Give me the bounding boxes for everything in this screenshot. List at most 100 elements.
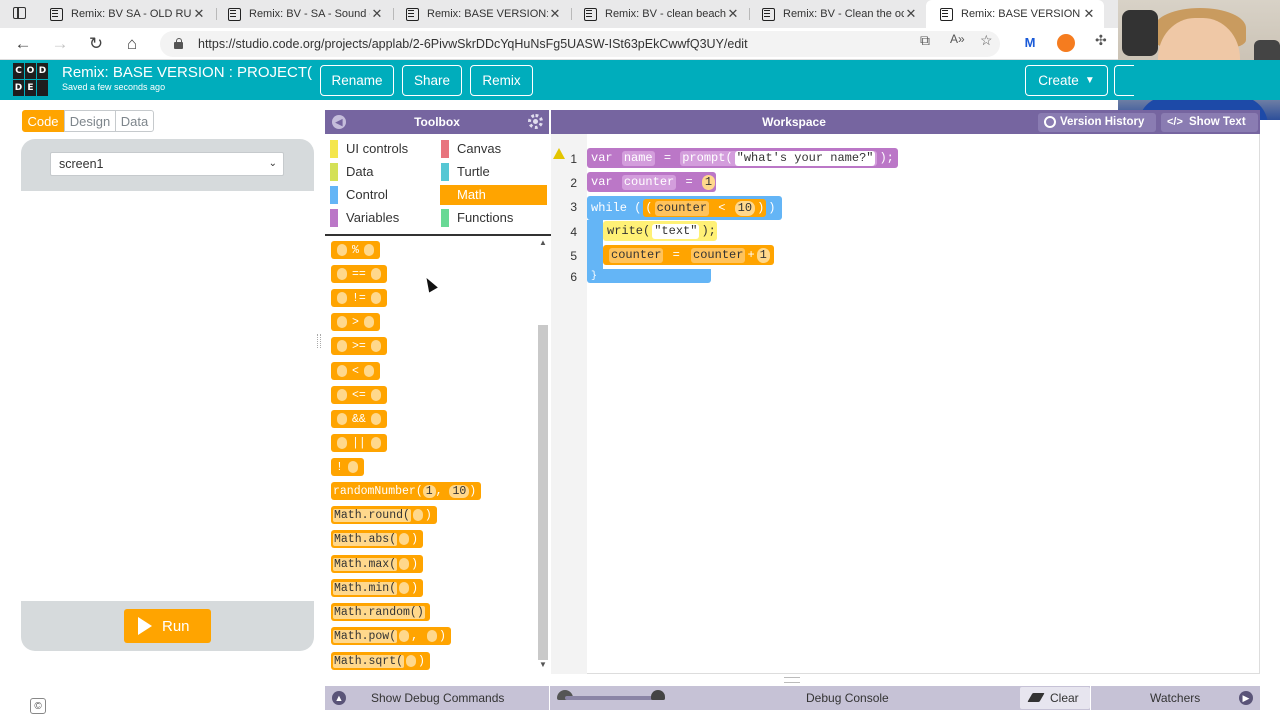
- scroll-up-icon[interactable]: ▲: [539, 238, 547, 247]
- code-mode-toggle[interactable]: Code: [22, 110, 64, 132]
- close-icon[interactable]: ✕: [726, 6, 740, 22]
- browser-tab[interactable]: Remix: BV - clean beach - A ✕: [570, 0, 748, 28]
- code-block-var-counter[interactable]: var counter = 1 ;: [587, 172, 724, 192]
- browser-tab[interactable]: Remix: BV - SA - Sound ech ✕: [214, 0, 392, 28]
- close-icon[interactable]: ✕: [370, 6, 384, 22]
- expand-arrow-icon[interactable]: ▶: [1239, 691, 1253, 705]
- account-menu-button[interactable]: [1114, 65, 1134, 96]
- share-button[interactable]: Share: [402, 65, 462, 96]
- gear-icon[interactable]: [528, 114, 543, 129]
- block-modulo[interactable]: %: [331, 241, 380, 259]
- category-label: Canvas: [457, 141, 502, 156]
- scroll-down-icon[interactable]: ▼: [539, 660, 547, 669]
- close-icon[interactable]: ✕: [548, 6, 562, 22]
- block-or[interactable]: ||: [331, 434, 387, 452]
- block-less-than[interactable]: <: [331, 362, 380, 380]
- close-icon[interactable]: ✕: [904, 6, 918, 22]
- block-random-number[interactable]: randomNumber(1, 10): [331, 482, 482, 500]
- read-aloud-icon[interactable]: A»: [950, 32, 965, 46]
- lock-icon: [174, 38, 183, 49]
- refresh-icon[interactable]: ↻: [84, 32, 108, 56]
- speed-slider[interactable]: [565, 696, 661, 700]
- create-button[interactable]: Create ▼: [1025, 65, 1108, 96]
- block-not-equals[interactable]: !=: [331, 289, 387, 307]
- design-mode-toggle[interactable]: Design: [64, 110, 115, 132]
- code-block-while[interactable]: while ( (counter < 10) ) {: [587, 196, 790, 220]
- block-math-pow[interactable]: Math.pow(, ): [331, 627, 451, 645]
- line-number: 3: [570, 200, 577, 214]
- code-org-favicon-icon: [406, 7, 419, 21]
- code-block-counter-increment[interactable]: counter = counter +1 ;: [603, 245, 781, 265]
- block-equals[interactable]: ==: [331, 265, 387, 283]
- code-org-favicon-icon: [50, 7, 63, 21]
- block-not[interactable]: !: [331, 458, 364, 476]
- close-icon[interactable]: ✕: [1082, 6, 1096, 22]
- category-data[interactable]: Data: [326, 162, 436, 182]
- category-functions[interactable]: Functions: [437, 208, 547, 228]
- category-turtle[interactable]: Turtle: [437, 162, 547, 182]
- home-icon[interactable]: ⌂: [120, 32, 144, 56]
- code-org-logo[interactable]: C O D D E: [13, 63, 49, 97]
- url-field[interactable]: https://studio.code.org/projects/applab/…: [160, 31, 1000, 57]
- block-math-max[interactable]: Math.max(): [331, 555, 424, 573]
- block-math-round[interactable]: Math.round(): [331, 506, 437, 524]
- chevron-down-icon: ⌄: [268, 158, 277, 169]
- remix-button[interactable]: Remix: [470, 65, 533, 96]
- block-greater-than[interactable]: >: [331, 313, 380, 331]
- create-label: Create: [1038, 73, 1079, 88]
- block-less-equal[interactable]: <=: [331, 386, 387, 404]
- watchers-title[interactable]: Watchers: [1150, 691, 1200, 705]
- clear-console-button[interactable]: Clear: [1020, 687, 1090, 709]
- tab-title: Remix: BV - SA - Sound ech: [249, 8, 370, 20]
- extension-orange-icon[interactable]: [1057, 34, 1075, 52]
- block-greater-equal[interactable]: >=: [331, 337, 387, 355]
- code-org-favicon-icon: [762, 7, 775, 21]
- project-title: Remix: BASE VERSION : PROJECT(...: [62, 64, 312, 81]
- pane-resize-handle[interactable]: [317, 334, 321, 348]
- category-control[interactable]: Control: [326, 185, 436, 205]
- favorite-star-icon[interactable]: ☆: [980, 32, 993, 49]
- rename-button[interactable]: Rename: [320, 65, 394, 96]
- browser-tab[interactable]: Remix: BASE VERSION: Prin ✕: [392, 0, 570, 28]
- extensions-puzzle-icon[interactable]: ✣: [1095, 32, 1107, 49]
- show-text-button[interactable]: </> Show Text: [1161, 113, 1258, 132]
- block-math-abs[interactable]: Math.abs(): [331, 530, 424, 548]
- expand-arrow-icon[interactable]: ▲: [332, 691, 346, 705]
- show-debug-commands[interactable]: Show Debug Commands: [371, 691, 504, 705]
- tab-title: Remix: BASE VERSION: Prin: [427, 8, 548, 20]
- browser-tab[interactable]: Remix: BV - Clean the ocea ✕: [748, 0, 926, 28]
- code-block-var-name[interactable]: var name = prompt("what's your name?" );: [587, 148, 898, 168]
- data-mode-toggle[interactable]: Data: [115, 110, 154, 132]
- block-math-random[interactable]: Math.random(): [331, 603, 430, 621]
- app-screen[interactable]: [21, 191, 314, 601]
- line-number: 2: [570, 176, 577, 190]
- app-available-icon[interactable]: ⧉: [920, 32, 930, 49]
- browser-tab-active[interactable]: Remix: BASE VERSION : PRO ✕: [926, 0, 1104, 28]
- category-math[interactable]: Math: [440, 185, 547, 205]
- category-canvas[interactable]: Canvas: [437, 139, 547, 159]
- console-resize-handle[interactable]: [784, 677, 800, 683]
- version-history-button[interactable]: Version History: [1038, 113, 1156, 132]
- browser-tab[interactable]: Remix: BV SA - OLD RULER ✕: [36, 0, 214, 28]
- tab-title: Remix: BV - clean beach - A: [605, 8, 726, 20]
- copyright-icon[interactable]: ©: [30, 698, 46, 714]
- block-and[interactable]: &&: [331, 410, 387, 428]
- screen-selector[interactable]: screen1 ⌄: [50, 152, 284, 176]
- collapse-arrow-icon[interactable]: ◀: [332, 115, 346, 129]
- tab-title: Remix: BV SA - OLD RULER: [71, 8, 192, 20]
- code-block-write[interactable]: write("text");: [603, 221, 717, 241]
- category-ui-controls[interactable]: UI controls: [326, 139, 436, 159]
- block-math-min[interactable]: Math.min(): [331, 579, 424, 597]
- back-arrow-icon[interactable]: ←: [11, 32, 35, 56]
- block-math-sqrt[interactable]: Math.sqrt(): [331, 652, 430, 670]
- tab-actions-icon[interactable]: [13, 7, 26, 19]
- extension-m-icon[interactable]: M: [1021, 34, 1039, 52]
- run-button[interactable]: Run: [124, 609, 211, 643]
- category-variables[interactable]: Variables: [326, 208, 436, 228]
- palette-scrollbar[interactable]: [538, 325, 548, 660]
- forward-arrow-icon[interactable]: →: [48, 32, 72, 56]
- line-number: 6: [570, 270, 577, 284]
- clock-icon: [1044, 116, 1056, 128]
- clear-label: Clear: [1050, 691, 1079, 705]
- close-icon[interactable]: ✕: [192, 6, 206, 22]
